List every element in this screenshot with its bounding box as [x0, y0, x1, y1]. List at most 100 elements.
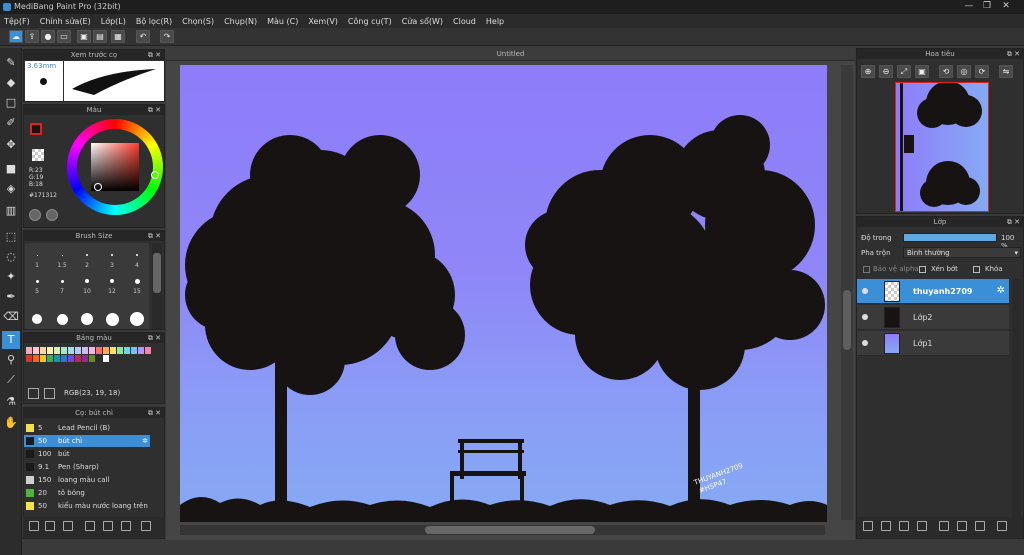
palette-delete-icon[interactable]: [44, 388, 55, 399]
palette-swatch[interactable]: [117, 347, 123, 354]
panel-controls-icon[interactable]: ⧉ ✕: [148, 333, 161, 343]
palette-add-icon[interactable]: [28, 388, 39, 399]
palette-swatch[interactable]: [40, 347, 46, 354]
maximize-button[interactable]: ❐: [980, 1, 994, 12]
primary-color-swatch[interactable]: [30, 123, 42, 135]
rotate-reset-icon[interactable]: ◎: [957, 65, 971, 78]
menu-file[interactable]: Tệp(F): [4, 17, 30, 26]
palette-swatch[interactable]: [47, 355, 53, 362]
pen-tool-icon[interactable]: ✐: [2, 114, 20, 132]
palette-swatch[interactable]: [54, 347, 60, 354]
menu-cloud[interactable]: Cloud: [453, 17, 476, 26]
zoom-in-icon[interactable]: ⊕: [861, 65, 875, 78]
brush-size-option[interactable]: 3: [100, 247, 124, 271]
opacity-slider[interactable]: [903, 233, 997, 242]
brush-size-option[interactable]: 1: [25, 247, 49, 271]
comment-icon[interactable]: ●: [41, 30, 55, 43]
layer-new-8bit-icon[interactable]: [899, 521, 909, 531]
palette-swatch[interactable]: [75, 355, 81, 362]
redo-icon[interactable]: ↷: [160, 30, 174, 43]
palette-swatch[interactable]: [96, 355, 102, 362]
lasso-tool-icon[interactable]: ◌: [2, 248, 20, 266]
text-tool-icon[interactable]: T: [2, 331, 20, 349]
menu-snap[interactable]: Chụp(N): [224, 17, 257, 26]
select-pen-tool-icon[interactable]: ✒: [2, 288, 20, 306]
gear-icon[interactable]: ✲: [142, 435, 148, 447]
palette-swatch[interactable]: [89, 347, 95, 354]
palette-swatch[interactable]: [40, 355, 46, 362]
hand-tool-icon[interactable]: ✋: [2, 414, 20, 432]
layer-row[interactable]: Lớp1: [857, 331, 1009, 356]
menu-edit[interactable]: Chỉnh sửa(E): [40, 17, 91, 26]
layer-new-icon[interactable]: [863, 521, 873, 531]
palette-swatch[interactable]: [54, 355, 60, 362]
flip-icon[interactable]: ⇋: [999, 65, 1013, 78]
palette-swatch[interactable]: [96, 347, 102, 354]
color-history-icon[interactable]: [29, 209, 41, 221]
eye-icon[interactable]: [862, 314, 868, 320]
save-icon[interactable]: ▣: [77, 30, 91, 43]
palette-swatch[interactable]: [68, 347, 74, 354]
bucket-tool-icon[interactable]: ◈: [2, 180, 20, 198]
eye-icon[interactable]: [862, 288, 868, 294]
brush-size-option-large[interactable]: [50, 309, 74, 329]
menu-select[interactable]: Chọn(S): [182, 17, 214, 26]
brush-tool-icon[interactable]: ✎: [2, 54, 20, 72]
menu-layer[interactable]: Lớp(L): [101, 17, 126, 26]
cloud-icon[interactable]: ☁: [9, 30, 23, 43]
vertical-scroll-thumb[interactable]: [843, 290, 851, 350]
brush-item[interactable]: 9.1 Pen (Sharp): [24, 461, 150, 473]
panel-controls-icon[interactable]: ⧉ ✕: [148, 408, 161, 418]
export-icon[interactable]: ▤: [93, 30, 107, 43]
menu-help[interactable]: Help: [486, 17, 504, 26]
layer-new-halftone-icon[interactable]: [881, 521, 891, 531]
sv-picker-handle[interactable]: [94, 183, 102, 191]
palette-swatch[interactable]: [47, 347, 53, 354]
grid-icon[interactable]: ▦: [111, 30, 125, 43]
palette-swatch[interactable]: [110, 347, 116, 354]
gradient-tool-icon[interactable]: ▥: [2, 202, 20, 220]
panel-controls-icon[interactable]: ⧉ ✕: [1007, 217, 1020, 227]
rotate-left-icon[interactable]: ⟲: [939, 65, 953, 78]
brush-duplicate-icon[interactable]: [121, 521, 131, 531]
menu-color[interactable]: Màu (C): [267, 17, 298, 26]
gear-icon[interactable]: ✲: [997, 285, 1005, 296]
brush-item[interactable]: 5 Lead Pencil (B): [24, 422, 150, 434]
rotate-right-icon[interactable]: ⟳: [975, 65, 989, 78]
fill-rect-tool-icon[interactable]: ■: [2, 160, 20, 178]
brush-size-option-large[interactable]: [100, 309, 124, 329]
palette-swatch[interactable]: [26, 355, 32, 362]
layer-duplicate-icon[interactable]: [957, 521, 967, 531]
eyedropper-tool-icon[interactable]: ⚗: [2, 393, 20, 411]
brush-size-option[interactable]: 12: [100, 273, 124, 297]
eraser-tool-icon[interactable]: ◆: [2, 74, 20, 92]
layer-folder-icon[interactable]: [939, 521, 949, 531]
palette-swatch[interactable]: [145, 347, 151, 354]
palette-swatch[interactable]: [103, 355, 109, 362]
palette-swatch[interactable]: [33, 355, 39, 362]
menu-tools[interactable]: Công cụ(T): [348, 17, 392, 26]
blend-mode-select[interactable]: Bình thường ▾: [903, 247, 1021, 258]
palette-swatch[interactable]: [89, 355, 95, 362]
brush-size-option[interactable]: 2: [75, 247, 99, 271]
menu-filter[interactable]: Bộ lọc(R): [136, 17, 172, 26]
palette-swatch[interactable]: [33, 347, 39, 354]
palette-swatch[interactable]: [82, 347, 88, 354]
panel-controls-icon[interactable]: ⧉ ✕: [1007, 49, 1020, 59]
brush-add-icon[interactable]: [63, 521, 73, 531]
lock-checkbox[interactable]: [973, 266, 980, 273]
move-tool-icon[interactable]: ✥: [2, 136, 20, 154]
layer-merge-icon[interactable]: [975, 521, 985, 531]
brush-copy-icon[interactable]: [85, 521, 95, 531]
brush-delete-icon[interactable]: [141, 521, 151, 531]
brush-size-option[interactable]: 5: [25, 273, 49, 297]
brush-item[interactable]: 20 tô bóng: [24, 487, 150, 499]
divide-tool-icon[interactable]: ⟋: [2, 371, 20, 389]
brush-new-icon[interactable]: [45, 521, 55, 531]
navigator-thumbnail[interactable]: [895, 82, 989, 212]
palette-swatch[interactable]: [26, 347, 32, 354]
palette-swatches[interactable]: [26, 347, 151, 383]
layer-delete-icon[interactable]: [997, 521, 1007, 531]
protect-alpha-checkbox[interactable]: [863, 266, 870, 273]
panel-controls-icon[interactable]: ⧉ ✕: [148, 231, 161, 241]
